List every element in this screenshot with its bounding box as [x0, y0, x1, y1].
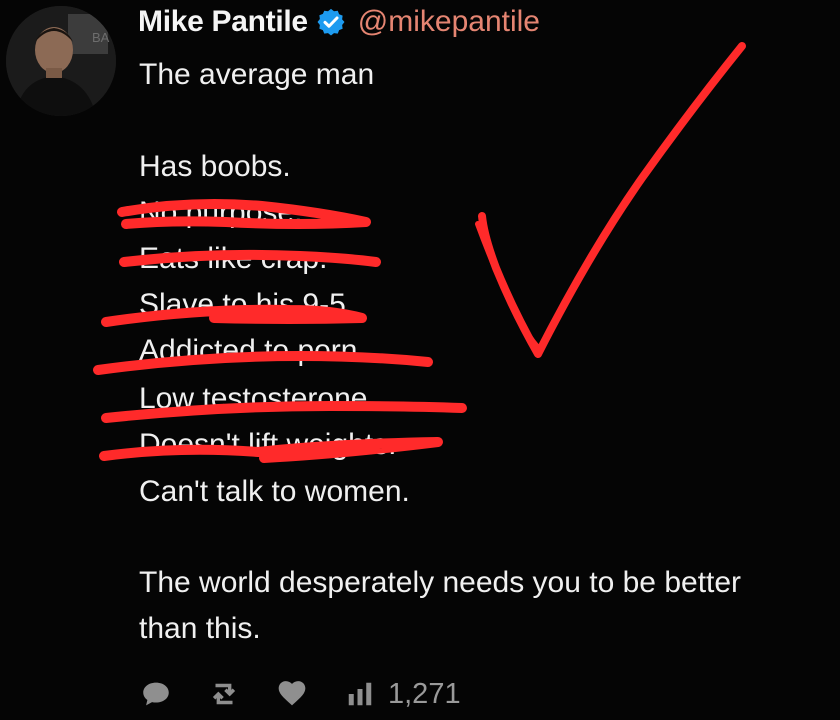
retweet-button[interactable] [206, 676, 242, 712]
tweet-line-low-testosterone: Low testosterone. [139, 382, 376, 415]
tweet-header: Mike Pantile @mikepantile [138, 4, 540, 40]
avatar-photo: BA [6, 6, 116, 116]
author-handle[interactable]: @mikepantile [358, 5, 540, 39]
checkmark-icon [478, 42, 746, 358]
tweet-line-no-purpose: No purpose. [139, 196, 303, 229]
tweet-line-closing-end: than this. [139, 612, 261, 645]
tweet-line-eats-like-crap: Eats like crap. [139, 242, 328, 275]
tweet-line-headline: The average man [139, 58, 375, 91]
retweet-icon [212, 683, 236, 705]
red-annotations [93, 42, 746, 463]
tweet-line-closing: The world desperately needs you to be be… [139, 566, 742, 599]
reply-button[interactable] [138, 676, 174, 712]
views-count: 1,271 [388, 677, 461, 710]
views-button[interactable] [342, 676, 378, 712]
tweet-line-doesnt-lift: Doesn't lift weights. [139, 428, 397, 461]
bar-chart-icon [348, 682, 372, 706]
tweet-line-cant-talk: Can't talk to women. [139, 475, 410, 508]
heart-icon [278, 681, 306, 706]
author-avatar[interactable]: BA [6, 6, 116, 116]
author-display-name[interactable]: Mike Pantile [138, 5, 308, 39]
like-button[interactable] [274, 676, 310, 712]
reply-icon [143, 682, 169, 706]
svg-text:BA: BA [92, 30, 110, 45]
tweet-line-has-boobs: Has boobs. [139, 150, 291, 183]
verified-badge-icon [316, 7, 346, 37]
tweet-line-slave: Slave to his 9-5. [139, 288, 355, 321]
tweet-line-addicted: Addicted to porn. [139, 334, 366, 367]
tweet-card: BA Mike Pantile @mikepantile The average… [0, 0, 840, 720]
tweet-actions: 1,271 [138, 672, 461, 716]
